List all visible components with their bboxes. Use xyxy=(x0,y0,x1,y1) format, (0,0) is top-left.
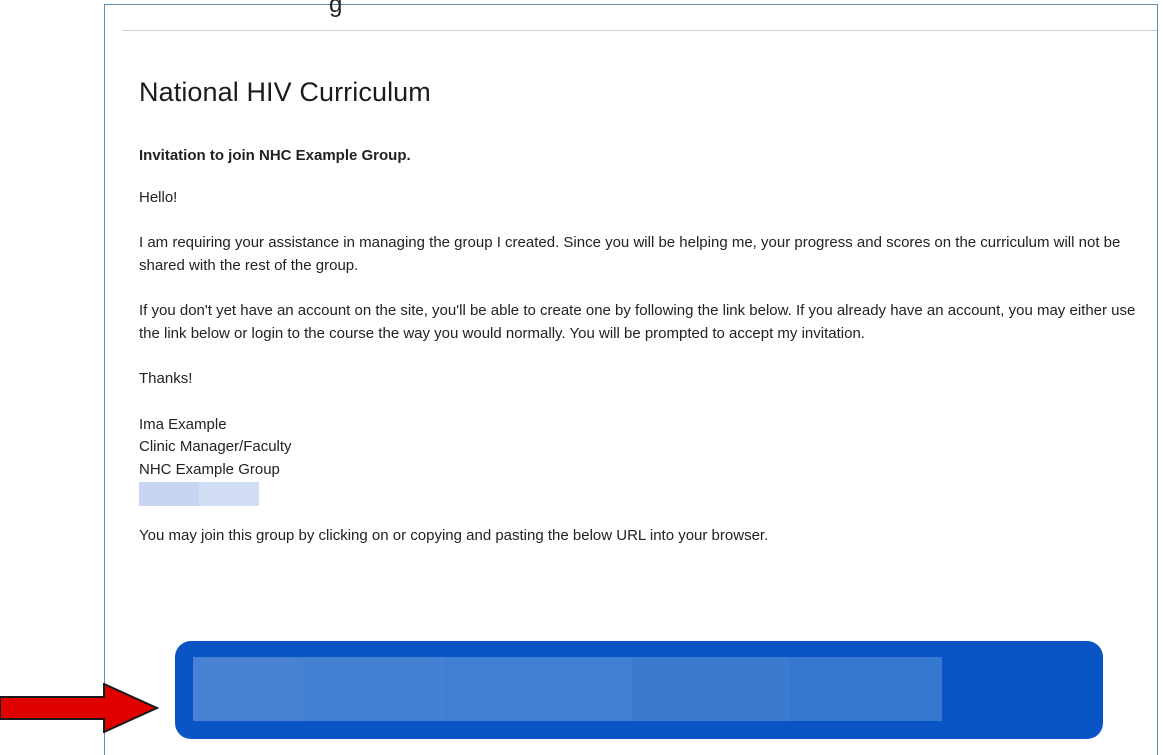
email-subject: Invitation to join NHC Example Group. xyxy=(139,147,411,164)
cut-off-top-text: g xyxy=(329,0,343,18)
email-paragraph-account: If you don't yet have an account on the … xyxy=(139,302,1136,342)
signature-group: NHC Example Group xyxy=(139,460,280,478)
signature-role: Clinic Manager/Faculty xyxy=(139,438,292,455)
signature-name: Ima Example xyxy=(139,415,227,433)
email-greeting: Hello! xyxy=(139,188,178,206)
screenshot-stage: g National HIV Curriculum Invitation to … xyxy=(0,0,1163,755)
redacted-signature-line xyxy=(139,482,259,506)
email-paragraph-assistance: I am requiring your assistance in managi… xyxy=(139,234,1121,274)
email-closing: Thanks! xyxy=(139,370,193,387)
email-body: Invitation to join NHC Example Group. He… xyxy=(139,145,1149,548)
red-right-arrow-icon xyxy=(0,683,160,733)
join-group-link-button[interactable] xyxy=(175,641,1103,739)
join-instructions: You may join this group by clicking on o… xyxy=(139,527,769,544)
redacted-join-url xyxy=(193,657,942,721)
brand-title: National HIV Curriculum xyxy=(139,77,431,107)
header-divider xyxy=(122,30,1157,31)
